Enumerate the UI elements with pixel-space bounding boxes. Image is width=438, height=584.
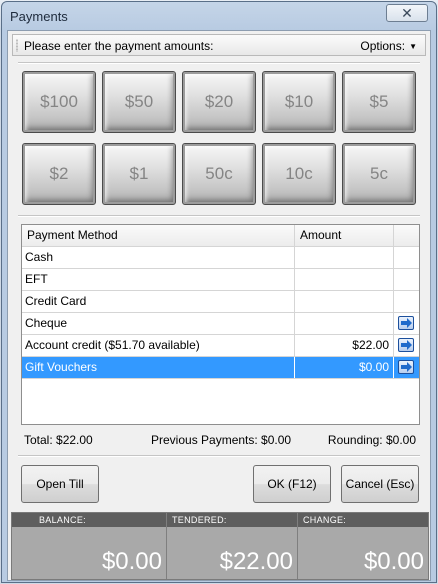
denomination-button-2[interactable]: $2 [22,143,96,205]
ok-button[interactable]: OK (F12) [253,465,331,503]
denomination-button-5c[interactable]: 5c [342,143,416,205]
payment-summary: BALANCE: $0.00 TENDERED: $22.00 CHANGE: … [11,512,429,580]
open-till-button[interactable]: Open Till [21,465,99,503]
payments-dialog: Payments ✕ Please enter the payment amou… [1,1,437,583]
options-label: Options: [360,39,406,53]
prompt-label: Please enter the payment amounts: [24,39,214,53]
denomination-button-100[interactable]: $100 [22,71,96,133]
divider [18,455,420,457]
dialog-body: Please enter the payment amounts: Option… [7,30,431,581]
divider [18,215,420,217]
chevron-down-icon: ▼ [409,42,417,51]
title-bar: Payments ✕ [2,2,436,30]
cancel-button[interactable]: Cancel (Esc) [341,465,419,503]
denomination-button-10c[interactable]: 10c [262,143,336,205]
amount-cell[interactable]: $22.00 [295,335,394,356]
change-label: CHANGE: [303,515,347,525]
tendered-label: TENDERED: [172,515,227,525]
denomination-button-1[interactable]: $1 [102,143,176,205]
denomination-button-5[interactable]: $5 [342,71,416,133]
balance-panel: BALANCE: $0.00 [12,513,166,579]
toolbar: Please enter the payment amounts: Option… [12,34,426,56]
table-row-selected[interactable]: Gift Vouchers $0.00 [22,357,419,379]
amount-cell[interactable] [295,291,394,312]
change-value: $0.00 [363,548,424,575]
rounding-label: Rounding: $0.00 [327,433,416,447]
tendered-value: $22.00 [219,548,293,575]
action-cell [394,247,419,268]
method-cell: Gift Vouchers [22,357,295,378]
total-label: Total: $22.00 [24,433,93,447]
tendered-panel: TENDERED: $22.00 [166,513,297,579]
table-header: Payment Method Amount [22,225,419,247]
table-row[interactable]: Account credit ($51.70 available) $22.00 [22,335,419,357]
amount-cell[interactable] [295,247,394,268]
method-cell: Cash [22,247,295,268]
table-row[interactable]: Cash [22,247,419,269]
method-cell: EFT [22,269,295,290]
method-cell: Account credit ($51.70 available) [22,335,295,356]
table-row[interactable]: Credit Card [22,291,419,313]
balance-value: $0.00 [101,548,162,575]
divider [18,62,420,64]
method-cell: Cheque [22,313,295,334]
denomination-button-10[interactable]: $10 [262,71,336,133]
action-cell [394,291,419,312]
action-cell [394,313,419,334]
action-cell [394,335,419,356]
payment-methods-table: Payment Method Amount Cash EFT Credit Ca… [21,224,420,425]
previous-payments-label: Previous Payments: $0.00 [151,433,292,447]
change-panel: CHANGE: $0.00 [297,513,428,579]
table-row[interactable]: Cheque [22,313,419,335]
action-cell [394,269,419,290]
grip-icon[interactable] [16,39,18,52]
column-header-method[interactable]: Payment Method [22,225,295,246]
denomination-button-50c[interactable]: 50c [182,143,256,205]
arrow-right-icon[interactable] [398,360,414,374]
amount-cell[interactable] [295,313,394,334]
denomination-button-20[interactable]: $20 [182,71,256,133]
column-header-action [394,225,419,246]
arrow-right-icon[interactable] [398,316,414,330]
amount-cell[interactable]: $0.00 [295,357,394,378]
column-header-amount[interactable]: Amount [295,225,394,246]
method-cell: Credit Card [22,291,295,312]
balance-label: BALANCE: [39,515,86,525]
close-icon: ✕ [401,5,413,21]
amount-cell[interactable] [295,269,394,290]
denomination-button-50[interactable]: $50 [102,71,176,133]
arrow-right-icon[interactable] [398,338,414,352]
close-button[interactable]: ✕ [386,4,428,22]
action-cell [394,357,419,378]
window-title: Payments [10,9,68,24]
options-dropdown[interactable]: Options: ▼ [360,39,417,53]
table-row[interactable]: EFT [22,269,419,291]
